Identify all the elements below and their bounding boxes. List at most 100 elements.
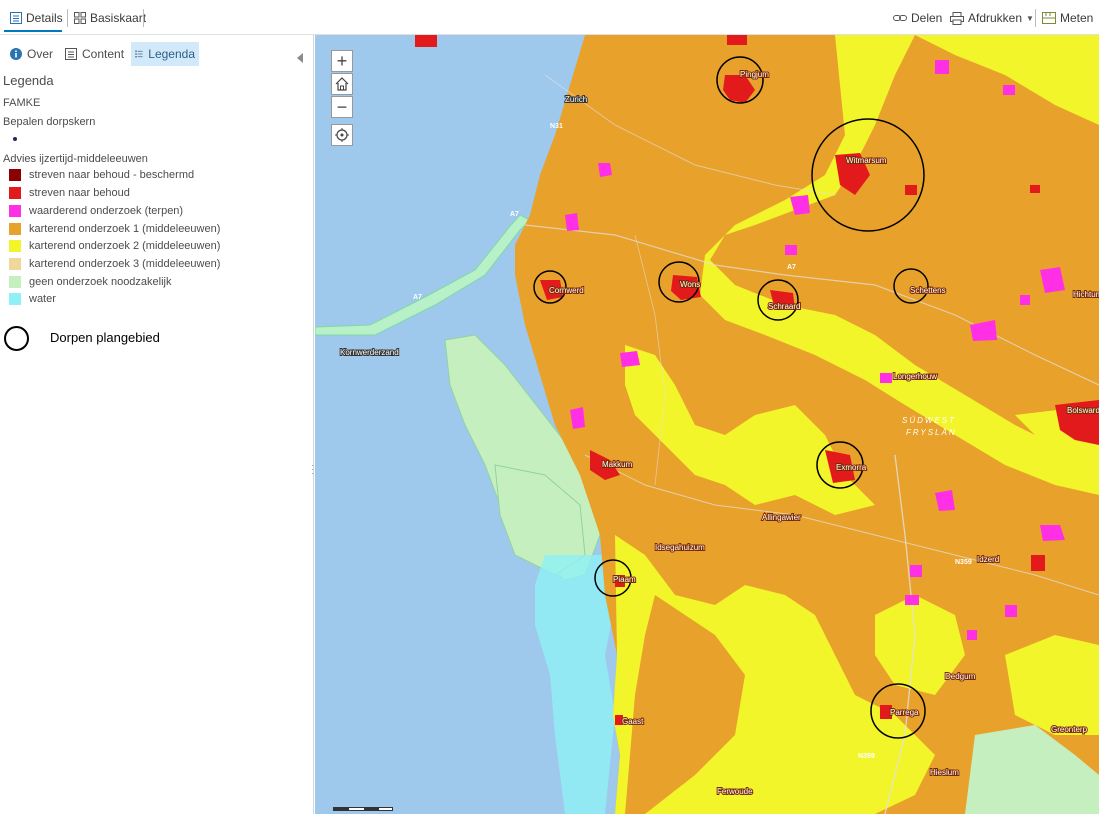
road-label: A7 <box>413 294 422 301</box>
place-label: Pingjum <box>740 70 769 79</box>
legend-item: streven naar behoud <box>9 186 130 200</box>
legend-item-label: karterend onderzoek 3 (middeleeuwen) <box>29 258 221 270</box>
content-icon <box>65 48 77 60</box>
legend-panel: Over Content Legenda Legenda FAMKE Bepal… <box>0 35 314 814</box>
info-icon <box>10 48 22 60</box>
resize-handle[interactable]: · · · <box>311 461 314 478</box>
print-label: Afdrukken <box>968 11 1023 25</box>
road-label: N359 <box>858 753 875 760</box>
tab-content-label: Content <box>82 47 125 61</box>
legend-item: karterend onderzoek 2 (middeleeuwen) <box>9 239 220 253</box>
place-label: Makkum <box>602 460 633 469</box>
measure-label: Meten <box>1060 11 1094 25</box>
active-tab-indicator <box>4 30 62 32</box>
map-canvas: Pingjum Zurich Witmarsum Cornwerd Wons S… <box>315 35 1099 814</box>
tab-details-label: Details <box>26 11 63 25</box>
legend-item-label: karterend onderzoek 1 (middeleeuwen) <box>29 223 221 235</box>
place-label: Dedgum <box>945 672 976 681</box>
legend-item-label: streven naar behoud <box>29 187 130 199</box>
top-toolbar: Details Basiskaart Delen Afdrukken ▼ Met… <box>0 0 1099 35</box>
divider <box>143 9 144 27</box>
place-label: Greonterp <box>1051 725 1088 734</box>
place-label: Cornwerd <box>549 286 584 295</box>
road-label: N359 <box>955 559 972 566</box>
place-label: Allingawier <box>762 513 801 522</box>
legend-swatch <box>9 223 21 235</box>
circle-symbol <box>4 326 29 351</box>
layer-name: FAMKE <box>3 97 41 109</box>
tab-about-label: Over <box>27 47 54 61</box>
zoom-out-button[interactable]: − <box>331 96 353 118</box>
legend-item: karterend onderzoek 3 (middeleeuwen) <box>9 257 220 271</box>
link-icon <box>893 15 907 21</box>
legend-item: karterend onderzoek 1 (middeleeuwen) <box>9 222 220 236</box>
measure-button[interactable]: Meten <box>1042 7 1093 29</box>
tab-content[interactable]: Content <box>61 42 128 66</box>
map-view[interactable]: Pingjum Zurich Witmarsum Cornwerd Wons S… <box>315 35 1099 814</box>
village-core-symbol <box>13 137 17 141</box>
legend-swatch <box>9 169 21 181</box>
panel-tabs: Over Content Legenda <box>0 42 314 66</box>
sublayer-title: Advies ijzertijd-middeleeuwen <box>3 153 148 165</box>
divider <box>67 9 68 27</box>
sublayer-title: Bepalen dorpskern <box>3 116 96 128</box>
tab-details[interactable]: Details <box>10 7 63 29</box>
place-label: Zurich <box>565 95 587 104</box>
scale-bar <box>333 807 393 811</box>
legend-item-label: streven naar behoud - beschermd <box>29 169 195 181</box>
legend-swatch <box>9 205 21 217</box>
legend-swatch <box>9 258 21 270</box>
collapse-panel-icon[interactable] <box>297 53 303 63</box>
place-label: Gaast <box>622 717 644 726</box>
place-label: Longerhouw <box>893 372 937 381</box>
place-label: Witmarsum <box>846 156 887 165</box>
region-label: SÚDWEST <box>902 416 956 425</box>
tab-basemap-label: Basiskaart <box>90 11 147 25</box>
tab-basemap[interactable]: Basiskaart <box>74 7 146 29</box>
place-label: Wons <box>680 280 700 289</box>
share-button[interactable]: Delen <box>893 7 942 29</box>
basemap-icon <box>74 12 86 24</box>
legend-item-label: geen onderzoek noodzakelijk <box>29 276 172 288</box>
place-label: Hichtum <box>1073 290 1099 299</box>
region-label: FRYSLÂN <box>906 428 957 437</box>
chevron-down-icon: ▼ <box>1026 13 1034 23</box>
place-label: Schettens <box>910 286 946 295</box>
legend-item: water <box>9 292 56 306</box>
place-label: Idzerd <box>977 555 999 564</box>
legend-item: waarderend onderzoek (terpen) <box>9 204 183 218</box>
legend-item: geen onderzoek noodzakelijk <box>9 275 172 289</box>
locate-icon <box>335 128 349 142</box>
legend-title: Legenda <box>3 73 54 88</box>
place-label: Hieslum <box>930 768 959 777</box>
tab-about[interactable]: Over <box>6 42 57 66</box>
ruler-icon <box>1042 12 1056 24</box>
place-label: Ferwoude <box>717 787 753 796</box>
legend-swatch <box>9 293 21 305</box>
details-icon <box>10 12 22 24</box>
locate-button[interactable] <box>331 124 353 146</box>
place-label: Parrega <box>890 708 919 717</box>
place-label: Schraard <box>768 302 800 311</box>
legend-item-label: waarderend onderzoek (terpen) <box>29 205 184 217</box>
legend-swatch <box>9 240 21 252</box>
place-label: Exmorra <box>836 463 867 472</box>
road-label: A7 <box>510 211 519 218</box>
place-label: Idsegahuizum <box>655 543 705 552</box>
place-label: Piaam <box>613 575 636 584</box>
legend-swatch <box>9 187 21 199</box>
legend-icon <box>135 50 143 58</box>
road-label: A7 <box>787 264 796 271</box>
tab-legend[interactable]: Legenda <box>131 42 199 66</box>
home-button[interactable] <box>331 73 353 95</box>
home-icon <box>335 77 349 91</box>
divider <box>1035 9 1036 27</box>
share-label: Delen <box>911 11 943 25</box>
legend-item-label: water <box>29 293 56 305</box>
tab-legend-label: Legenda <box>148 47 195 61</box>
legend-item-label: karterend onderzoek 2 (middeleeuwen) <box>29 240 221 252</box>
place-label: Bolsward <box>1067 406 1099 415</box>
print-button[interactable]: Afdrukken ▼ <box>950 7 1034 29</box>
circle-legend-label: Dorpen plangebied <box>50 330 160 345</box>
zoom-in-button[interactable]: + <box>331 50 353 72</box>
